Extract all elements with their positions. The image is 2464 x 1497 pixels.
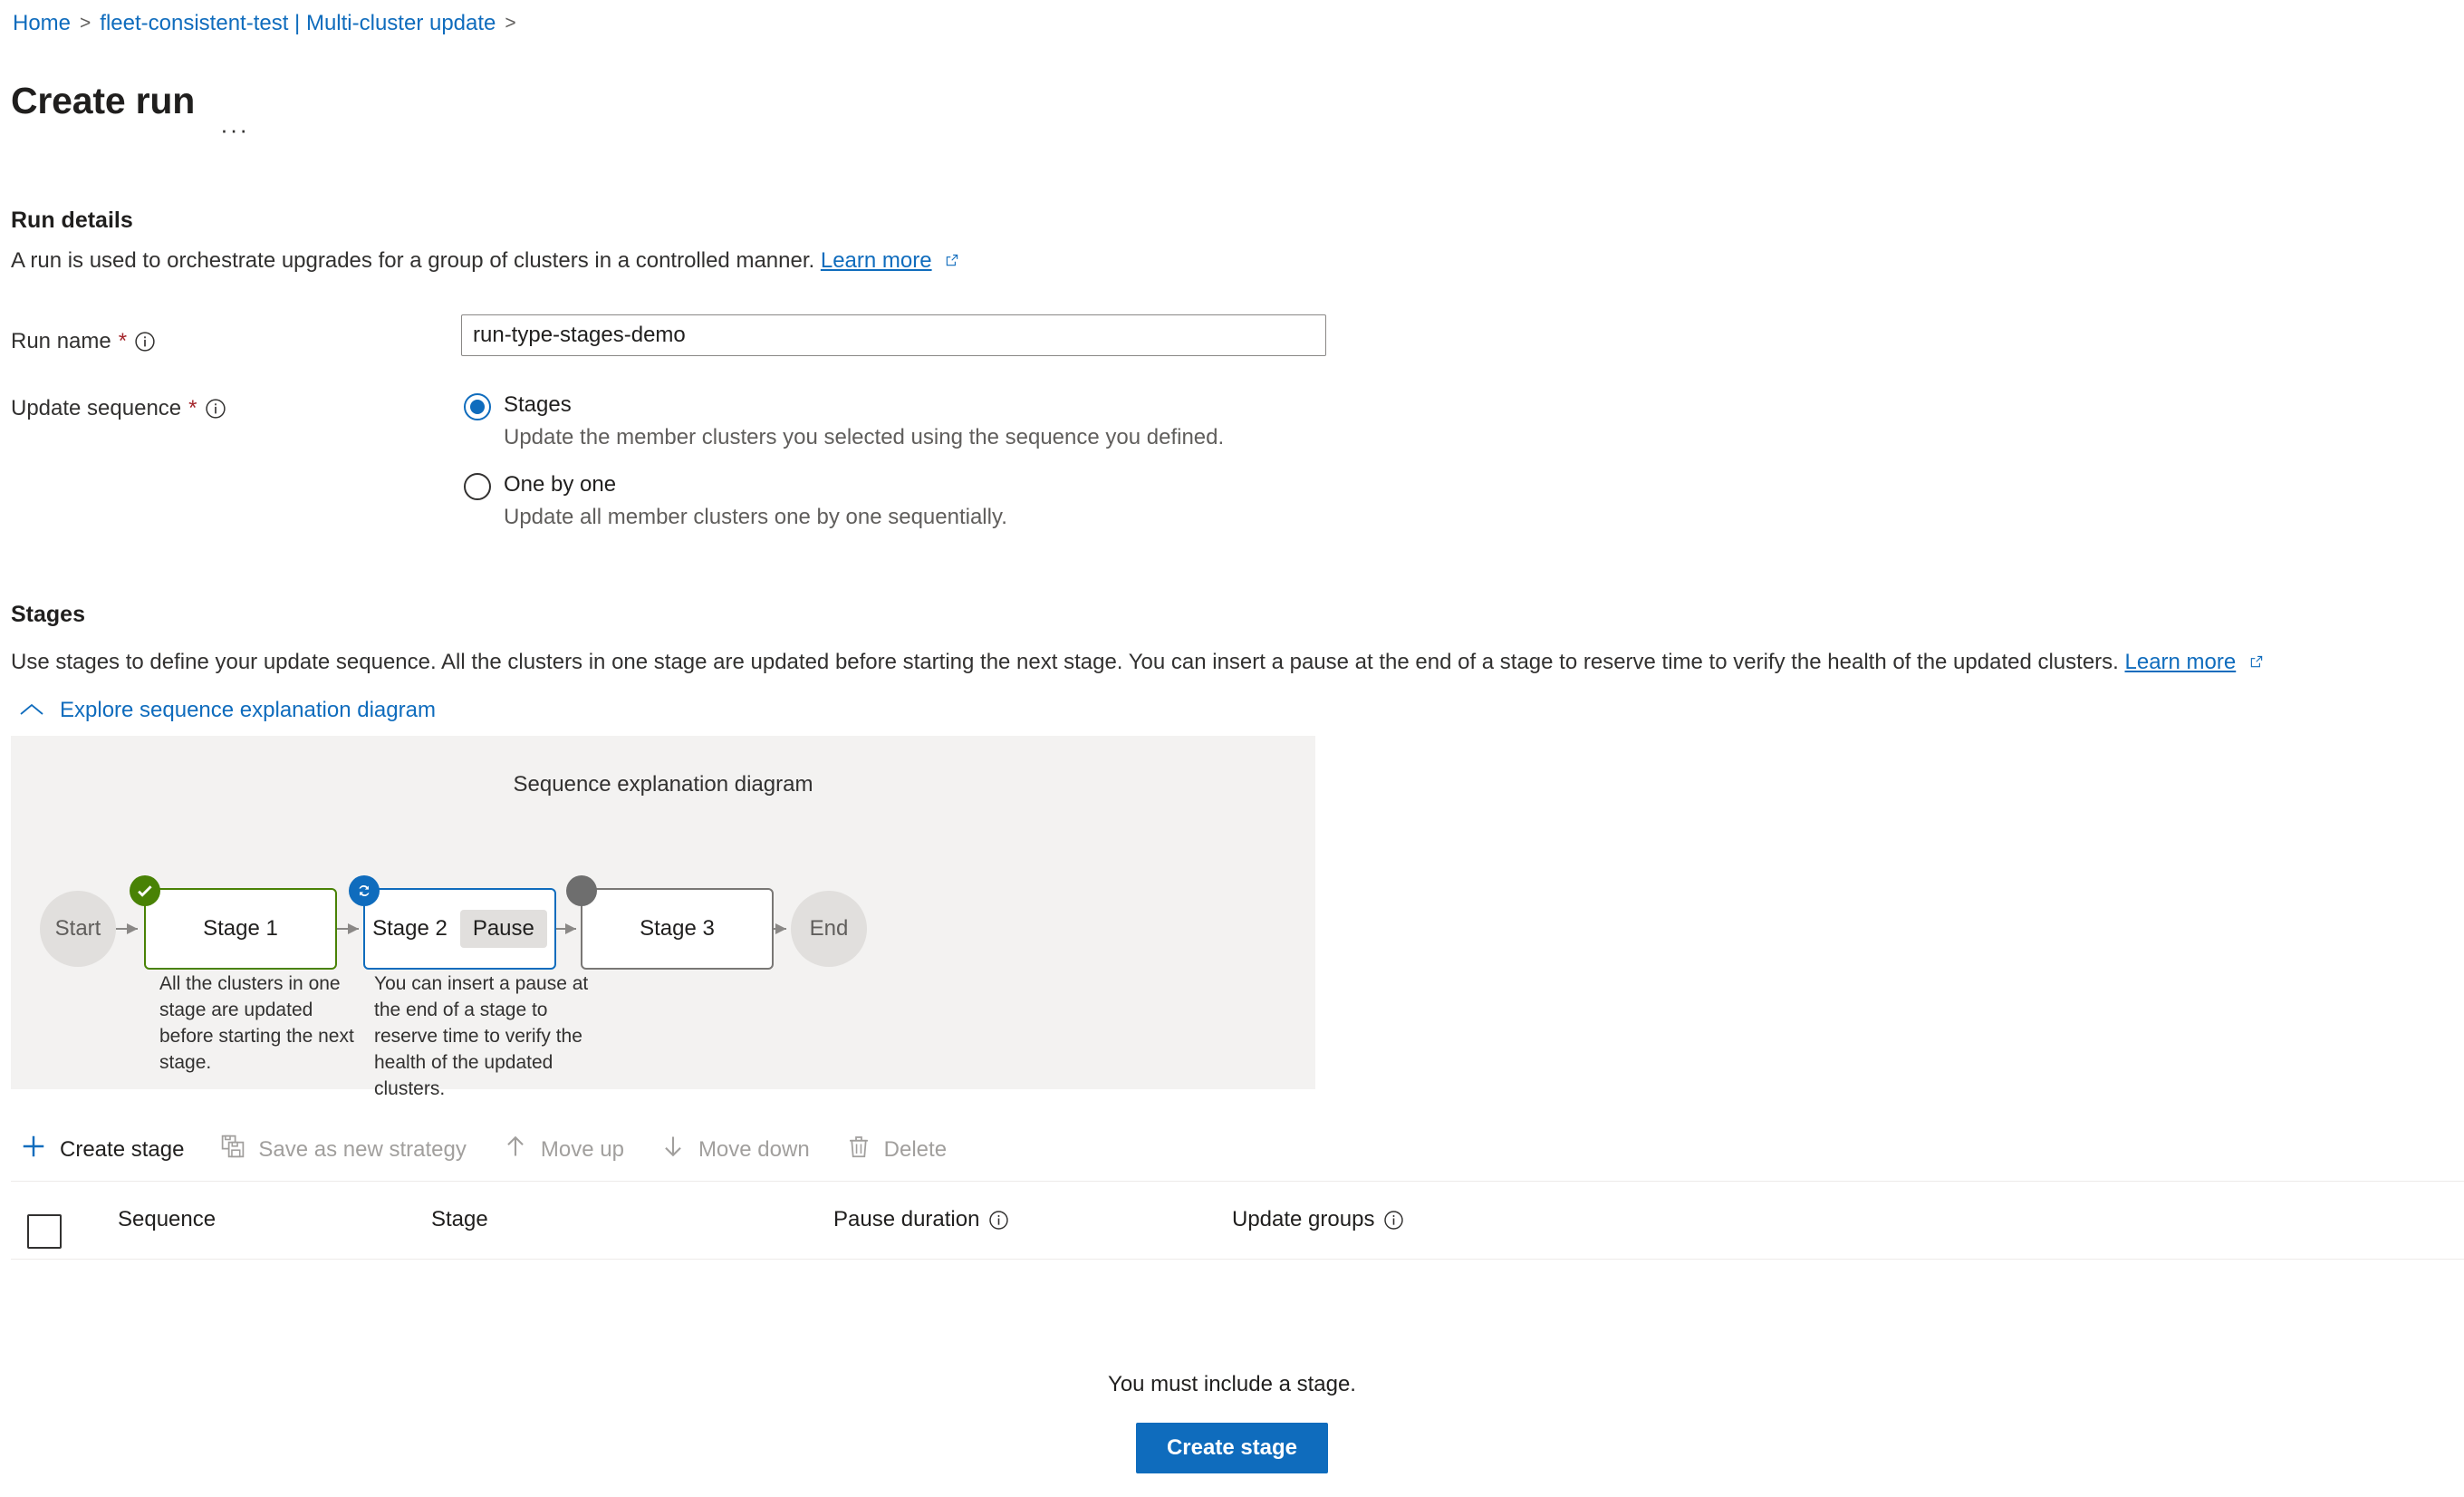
radio-one-by-one-description: Update all member clusters one by one se… [504, 505, 1007, 529]
arrow-down-icon [660, 1134, 686, 1165]
diagram-node-stage-3: Stage 3 [566, 875, 774, 970]
run-name-label: Run name * [11, 329, 156, 354]
explore-sequence-diagram-toggle[interactable]: Explore sequence explanation diagram [20, 698, 436, 723]
breadcrumb-separator: > [80, 13, 91, 34]
info-icon[interactable] [988, 1210, 1009, 1231]
run-details-heading: Run details [11, 207, 133, 233]
save-as-icon [220, 1134, 245, 1165]
info-icon[interactable] [134, 331, 156, 353]
radio-one-by-one-label[interactable]: One by one [504, 471, 616, 498]
move-down-label: Move down [698, 1136, 810, 1162]
column-header-update-groups[interactable]: Update groups [1232, 1207, 1404, 1232]
diagram-stage-2-label: Stage 2 [372, 916, 448, 941]
required-marker: * [118, 329, 128, 353]
delete-button: Delete [842, 1125, 965, 1174]
diagram-caption-2: You can insert a pause at the end of a s… [374, 973, 589, 1099]
stages-learn-more-link[interactable]: Learn more [2125, 650, 2237, 674]
update-sequence-label-text: Update sequence [11, 396, 182, 420]
run-details-description: A run is used to orchestrate upgrades fo… [11, 247, 960, 275]
table-header-row: Sequence Stage Pause duration Update gro… [11, 1182, 2464, 1259]
create-run-page: Home > fleet-consistent-test | Multi-clu… [0, 0, 2464, 1497]
diagram-stage-2-box: Stage 2 Pause [363, 888, 556, 970]
diagram-node-end: End [791, 891, 867, 967]
diagram-node-start: Start [40, 891, 116, 967]
column-header-pause-duration-label: Pause duration [833, 1207, 980, 1231]
info-icon[interactable] [1383, 1210, 1404, 1231]
dot-circle-icon [566, 875, 597, 906]
title-row: Create run ··· [11, 54, 255, 148]
column-header-stage[interactable]: Stage [431, 1207, 488, 1232]
column-header-stage-label: Stage [431, 1207, 488, 1231]
move-up-button: Move up [499, 1125, 642, 1174]
table-header-divider [11, 1259, 2464, 1260]
radio-stages-indicator[interactable] [464, 393, 491, 420]
stages-heading: Stages [11, 601, 85, 627]
diagram-node-stage-1: Stage 1 [130, 875, 337, 970]
radio-stages-label[interactable]: Stages [504, 391, 572, 419]
create-stage-toolbar-label: Create stage [60, 1136, 185, 1162]
check-circle-icon [130, 875, 160, 906]
required-marker: * [188, 396, 197, 420]
trash-icon [846, 1134, 871, 1165]
diagram-stage-3-box: Stage 3 [581, 888, 774, 970]
stages-toolbar: Create stage Save as new strategy Move u… [16, 1124, 979, 1175]
diagram-stage-2-pause-chip: Pause [459, 910, 547, 948]
save-as-new-strategy-label: Save as new strategy [258, 1136, 467, 1162]
diagram-stage-3-label: Stage 3 [640, 916, 715, 941]
breadcrumb-separator: > [505, 13, 516, 34]
diagram-start-label: Start [54, 916, 101, 941]
external-link-icon [944, 248, 960, 275]
breadcrumb-item-home[interactable]: Home [13, 11, 71, 36]
plus-icon [20, 1133, 47, 1166]
info-icon[interactable] [205, 398, 226, 420]
run-name-input[interactable] [461, 314, 1326, 356]
chevron-up-icon [20, 698, 43, 723]
page-title: Create run [11, 80, 196, 122]
stages-description: Use stages to define your update sequenc… [11, 649, 2457, 677]
move-up-label: Move up [540, 1136, 624, 1162]
column-header-pause-duration[interactable]: Pause duration [833, 1207, 1009, 1232]
update-sequence-label: Update sequence * [11, 396, 226, 421]
run-name-label-text: Run name [11, 329, 111, 353]
run-details-description-text: A run is used to orchestrate upgrades fo… [11, 248, 815, 273]
column-header-update-groups-label: Update groups [1232, 1207, 1375, 1231]
radio-one-by-one-indicator[interactable] [464, 473, 491, 500]
sync-circle-icon [349, 875, 380, 906]
breadcrumb: Home > fleet-consistent-test | Multi-clu… [13, 11, 516, 36]
more-actions-button[interactable]: ··· [215, 118, 255, 148]
delete-label: Delete [883, 1136, 948, 1162]
create-stage-toolbar-button[interactable]: Create stage [16, 1124, 202, 1175]
update-sequence-radio-group: Stages Update the member clusters you se… [464, 391, 1224, 531]
empty-state-message: You must include a stage. [1108, 1372, 1356, 1396]
diagram-end-label: End [809, 916, 849, 941]
explore-toggle-label[interactable]: Explore sequence explanation diagram [60, 698, 436, 723]
diagram-caption-1: All the clusters in one stage are update… [159, 973, 354, 1073]
diagram-node-stage-2: Stage 2 Pause [349, 875, 556, 970]
save-as-new-strategy-button: Save as new strategy [217, 1125, 484, 1174]
external-link-icon [2248, 650, 2265, 677]
arrow-up-icon [503, 1134, 528, 1165]
diagram-stage-1-label: Stage 1 [203, 916, 278, 941]
radio-option-one-by-one[interactable]: One by one [464, 471, 1224, 500]
stages-description-text: Use stages to define your update sequenc… [11, 650, 2119, 674]
run-details-learn-more-link[interactable]: Learn more [821, 248, 932, 273]
radio-stages-description: Update the member clusters you selected … [504, 425, 1225, 449]
move-down-button: Move down [657, 1125, 828, 1174]
empty-state-action-wrap: Create stage [0, 1423, 2464, 1473]
column-header-sequence-label: Sequence [118, 1207, 217, 1231]
breadcrumb-item-fleet[interactable]: fleet-consistent-test | Multi-cluster up… [100, 11, 496, 36]
create-stage-primary-button[interactable]: Create stage [1135, 1423, 1329, 1473]
diagram-stage-1-box: Stage 1 [144, 888, 337, 970]
sequence-explanation-diagram: Sequence explanation diagram Start Stage… [11, 736, 1315, 1099]
radio-option-stages[interactable]: Stages [464, 391, 1224, 420]
column-header-sequence[interactable]: Sequence [118, 1207, 216, 1232]
